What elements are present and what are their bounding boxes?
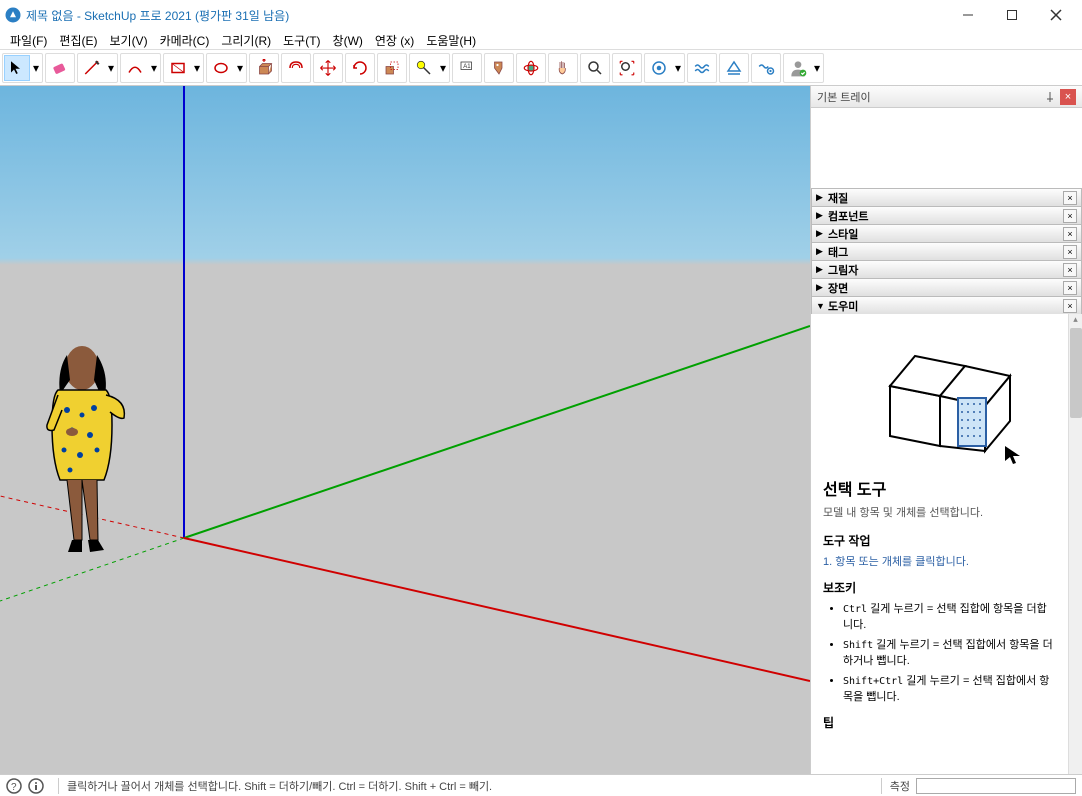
modkey-ctrl: Ctrl 길게 누르기 = 선택 집합에 항목을 더합니다. (843, 600, 1056, 632)
tool-rectangle[interactable] (165, 55, 191, 81)
panel-tags[interactable]: ▶태그× (811, 242, 1082, 261)
menu-tools[interactable]: 도구(T) (277, 30, 326, 49)
menu-window[interactable]: 창(W) (327, 30, 369, 49)
tool-arc-dropdown[interactable]: ▾ (149, 55, 159, 81)
instructor-illustration (840, 326, 1040, 466)
panel-instructor[interactable]: ▼도우미× (811, 296, 1082, 315)
measure-label: 측정 (890, 778, 910, 794)
tool-zoom-extents[interactable] (614, 55, 640, 81)
panel-styles-close[interactable]: × (1063, 227, 1077, 241)
tool-circle[interactable] (208, 55, 234, 81)
menu-camera[interactable]: 카메라(C) (154, 30, 216, 49)
viewport-3d[interactable] (0, 86, 810, 774)
svg-text:?: ? (11, 782, 17, 793)
menubar: 파일(F) 편집(E) 보기(V) 카메라(C) 그리기(R) 도구(T) 창(… (0, 30, 1082, 50)
tool-select[interactable] (4, 55, 30, 81)
panel-tags-close[interactable]: × (1063, 245, 1077, 259)
tool-extension-manager[interactable] (753, 55, 779, 81)
menu-view[interactable]: 보기(V) (103, 30, 153, 49)
tool-rotate[interactable] (347, 55, 373, 81)
maximize-button[interactable] (990, 0, 1034, 30)
tool-arc[interactable] (122, 55, 148, 81)
tool-tape-dropdown[interactable]: ▾ (438, 55, 448, 81)
panel-shadows-close[interactable]: × (1063, 263, 1077, 277)
tool-tape[interactable] (411, 55, 437, 81)
tool-pan[interactable] (550, 55, 576, 81)
tool-line[interactable] (79, 55, 105, 81)
instructor-scrollbar-thumb[interactable] (1070, 328, 1082, 418)
menu-file[interactable]: 파일(F) (4, 30, 53, 49)
scale-figure[interactable] (32, 340, 142, 560)
status-hint: 클릭하거나 끌어서 개체를 선택합니다. Shift = 더하기/빼기. Ctr… (67, 778, 873, 794)
svg-text:A1: A1 (463, 64, 471, 70)
menu-extensions[interactable]: 연장 (x) (369, 30, 420, 49)
tool-warehouse-dropdown[interactable]: ▾ (673, 55, 683, 81)
tool-line-dropdown[interactable]: ▾ (106, 55, 116, 81)
panel-components[interactable]: ▶컴포넌트× (811, 206, 1082, 225)
modkey-shift: Shift 길게 누르기 = 선택 집합에서 항목을 더하거나 뺍니다. (843, 636, 1056, 668)
tool-warehouse[interactable] (646, 55, 672, 81)
instructor-toolop-heading: 도구 작업 (823, 532, 1056, 549)
panel-instructor-close[interactable]: × (1063, 299, 1077, 313)
tool-text[interactable]: A1 (454, 55, 480, 81)
tray-title: 기본 트레이 (817, 89, 1040, 105)
tool-offset[interactable] (283, 55, 309, 81)
tray-pin-button[interactable] (1042, 89, 1058, 105)
menu-help[interactable]: 도움말(H) (420, 30, 482, 49)
titlebar: 제목 없음 - SketchUp 프로 2021 (평가판 31일 남음) (0, 0, 1082, 30)
instructor-desc: 모델 내 항목 및 개체를 선택합니다. (823, 504, 1056, 520)
instructor-content: 선택 도구 모델 내 항목 및 개체를 선택합니다. 도구 작업 1. 항목 또… (811, 314, 1068, 774)
panel-components-close[interactable]: × (1063, 209, 1077, 223)
help-icon[interactable]: ? (6, 778, 22, 794)
minimize-button[interactable] (946, 0, 990, 30)
panel-shadows[interactable]: ▶그림자× (811, 260, 1082, 279)
tool-select-dropdown[interactable]: ▾ (31, 55, 41, 81)
tool-move[interactable] (315, 55, 341, 81)
window-title: 제목 없음 - SketchUp 프로 2021 (평가판 31일 남음) (26, 7, 946, 24)
tool-orbit[interactable] (518, 55, 544, 81)
panel-materials-close[interactable]: × (1063, 191, 1077, 205)
close-button[interactable] (1034, 0, 1078, 30)
measure-input[interactable] (916, 778, 1076, 794)
instructor-title: 선택 도구 (823, 476, 1056, 500)
tray-close-button[interactable]: × (1060, 89, 1076, 105)
panel-scenes[interactable]: ▶장면× (811, 278, 1082, 297)
app-icon (4, 6, 22, 24)
tool-eraser[interactable] (47, 55, 73, 81)
default-tray: 기본 트레이 × ▶재질× ▶컴포넌트× ▶스타일× ▶태그× ▶그림자× ▶장… (810, 86, 1082, 774)
instructor-modkeys-heading: 보조키 (823, 579, 1056, 596)
panel-scenes-close[interactable]: × (1063, 281, 1077, 295)
tool-zoom[interactable] (582, 55, 608, 81)
modkey-shiftctrl: Shift+Ctrl 길게 누르기 = 선택 집합에서 항목을 뺍니다. (843, 672, 1056, 704)
tool-extension-warehouse[interactable] (689, 55, 715, 81)
menu-draw[interactable]: 그리기(R) (215, 30, 277, 49)
statusbar: ? 클릭하거나 끌어서 개체를 선택합니다. Shift = 더하기/빼기. C… (0, 774, 1082, 796)
info-icon[interactable] (28, 778, 44, 794)
menu-edit[interactable]: 편집(E) (53, 30, 103, 49)
panel-materials[interactable]: ▶재질× (811, 188, 1082, 207)
tool-scale[interactable] (379, 55, 405, 81)
tool-user-dropdown[interactable]: ▾ (812, 55, 822, 81)
tool-user[interactable] (785, 55, 811, 81)
tool-paint[interactable] (486, 55, 512, 81)
panel-styles[interactable]: ▶스타일× (811, 224, 1082, 243)
instructor-tips-heading: 팁 (823, 714, 1056, 731)
tool-layout[interactable] (721, 55, 747, 81)
toolbar: ▾ ▾ ▾ ▾ ▾ ▾ A1 (0, 50, 1082, 86)
instructor-scrollbar[interactable]: ▴ (1068, 314, 1082, 774)
tray-titlebar: 기본 트레이 × (811, 86, 1082, 108)
instructor-step1: 1. 항목 또는 개체를 클릭합니다. (823, 553, 1056, 569)
tool-rectangle-dropdown[interactable]: ▾ (192, 55, 202, 81)
tool-circle-dropdown[interactable]: ▾ (235, 55, 245, 81)
tray-empty-area (811, 108, 1082, 188)
tool-pushpull[interactable] (251, 55, 277, 81)
